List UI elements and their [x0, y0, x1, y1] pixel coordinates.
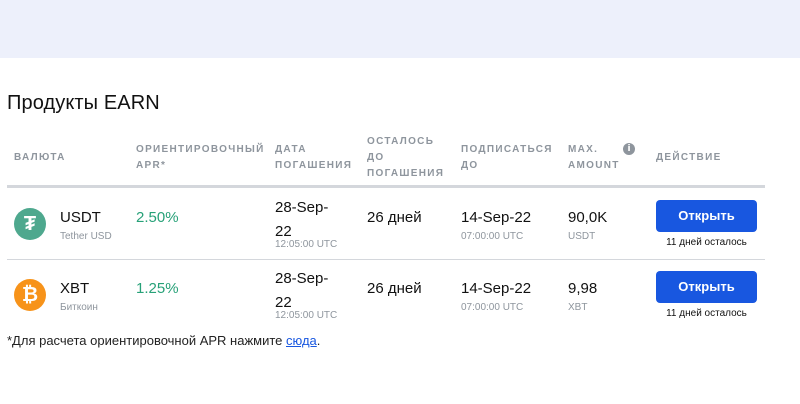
- currency-symbol: XBT: [60, 280, 90, 297]
- bitcoin-icon: ₿: [14, 279, 46, 311]
- open-button[interactable]: Открыть: [656, 271, 757, 303]
- remaining-label: 11 дней осталось: [666, 237, 747, 248]
- subscribe-time: 07:00:00 UTC: [461, 302, 524, 313]
- maturity-date: 28-Sep- 22: [275, 270, 329, 311]
- subscribe-time: 07:00:00 UTC: [461, 231, 524, 242]
- open-button[interactable]: Открыть: [656, 200, 757, 232]
- apr-calculation-link[interactable]: сюда: [286, 333, 317, 348]
- currency-name: Биткоин: [60, 302, 98, 313]
- page-title: Продукты EARN: [7, 92, 160, 114]
- apr-value: 2.50%: [136, 209, 179, 226]
- subscribe-date: 14-Sep-22: [461, 209, 532, 226]
- top-banner: [0, 0, 800, 58]
- column-header-max-amount: MAX. AMOUNT: [568, 144, 620, 171]
- column-header-subscribe: ПОДПИСАТЬСЯ ДО: [461, 144, 553, 171]
- apr-footnote: *Для расчета ориентировочной APR нажмите…: [7, 333, 321, 348]
- info-icon[interactable]: i: [623, 143, 635, 155]
- days-left: 26 дней: [367, 209, 422, 226]
- apr-value: 1.25%: [136, 280, 179, 297]
- column-header-apr: ОРИЕНТИРОВОЧНЫЙ APR*: [136, 144, 265, 171]
- row-divider: [7, 259, 765, 260]
- currency-symbol: USDT: [60, 209, 101, 226]
- max-amount-currency: XBT: [568, 302, 588, 313]
- maturity-time: 12:05:00 UTC: [275, 310, 338, 321]
- maturity-time: 12:05:00 UTC: [275, 239, 338, 250]
- remaining-label: 11 дней осталось: [666, 308, 747, 319]
- tether-icon: ₮: [14, 208, 46, 240]
- max-amount: 90,0K: [568, 209, 608, 226]
- max-amount: 9,98: [568, 280, 598, 297]
- header-divider: [7, 185, 765, 188]
- maturity-date: 28-Sep- 22: [275, 199, 329, 240]
- column-header-maturity: ДАТА ПОГАШЕНИЯ: [275, 144, 353, 171]
- max-amount-currency: USDT: [568, 231, 596, 242]
- currency-name: Tether USD: [60, 231, 112, 242]
- column-header-action: ДЕЙСТВИЕ: [656, 152, 722, 163]
- column-header-remaining: ОСТАЛОСЬ ДО ПОГАШЕНИЯ: [367, 136, 445, 179]
- days-left: 26 дней: [367, 280, 422, 297]
- subscribe-date: 14-Sep-22: [461, 280, 532, 297]
- column-header-currency: ВАЛЮТА: [14, 152, 66, 163]
